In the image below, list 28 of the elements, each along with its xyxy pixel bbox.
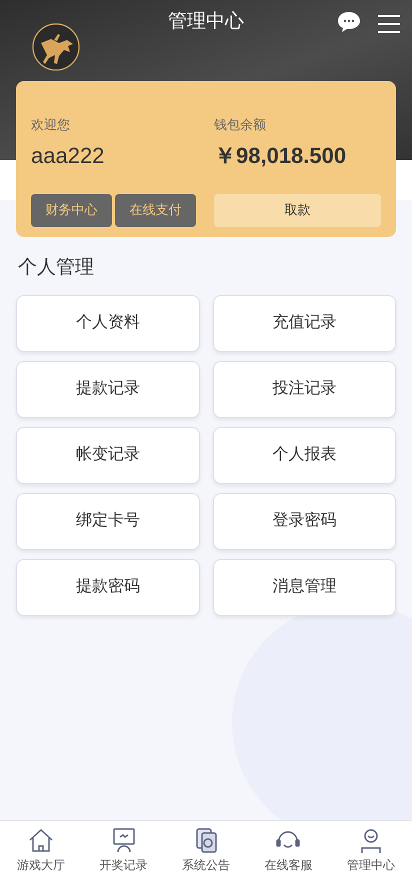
menu-tile[interactable]: 个人报表	[212, 426, 396, 484]
menu-tile[interactable]: 个人资料	[16, 294, 200, 352]
menu-tile[interactable]: 登录密码	[212, 492, 396, 550]
logo-icon	[32, 23, 80, 71]
nav-label[interactable]: 管理中心	[346, 856, 395, 874]
nav-label[interactable]: 游戏大厅	[17, 856, 66, 874]
menu-tile[interactable]: 帐变记录	[16, 426, 200, 484]
welcome-label: 欢迎您	[31, 116, 71, 134]
balance-amount: ￥98,018.500	[214, 142, 348, 170]
menu-tile[interactable]: 充值记录	[212, 294, 396, 352]
nav-label[interactable]: 在线客服	[264, 856, 312, 874]
withdraw-button[interactable]: 取款	[214, 194, 381, 226]
menu-tile[interactable]: 消息管理	[212, 558, 396, 616]
finance-button[interactable]: 财务中心	[31, 194, 112, 226]
section-title: 个人管理	[18, 256, 95, 280]
nav-label[interactable]: 开奖记录	[100, 856, 148, 874]
menu-tile[interactable]: 提款密码	[16, 558, 200, 616]
nav-label[interactable]: 系统公告	[182, 856, 230, 874]
menu-tile[interactable]: 投注记录	[212, 360, 396, 418]
menu-tile[interactable]: 提款记录	[16, 360, 200, 418]
finance-button[interactable]: 在线支付	[115, 194, 196, 226]
home-icon	[27, 826, 56, 854]
page-title: 管理中心	[168, 10, 244, 34]
menu-icon[interactable]	[378, 15, 400, 33]
chat-icon[interactable]	[337, 11, 361, 33]
username: aaa222	[31, 142, 106, 170]
balance-label: 钱包余额	[214, 116, 267, 134]
menu-tile[interactable]: 绑定卡号	[16, 492, 200, 550]
